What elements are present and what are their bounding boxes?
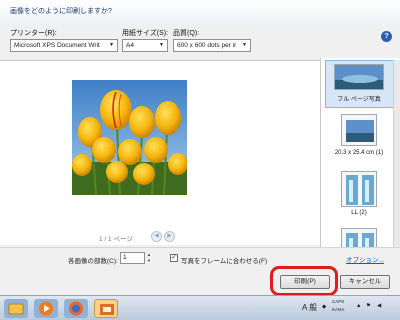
network-icon[interactable]: ▲ [356,303,361,309]
paper-size-value: A4 [126,42,134,49]
next-page-icon[interactable]: ▶ [164,231,175,242]
layout-label-ll: LL (2) [351,210,367,216]
quality-select[interactable]: 600 x 600 dots per ir ▼ [173,39,251,52]
print-button-highlight-circle [270,266,338,296]
chevron-down-icon: ▼ [109,42,114,48]
previous-page-icon[interactable]: ◀ [151,231,162,242]
layout-thumb-full-page[interactable] [334,64,384,90]
print-pictures-dialog: 画像をどのように印刷しますか? プリンター(R): Microsoft XPS … [0,0,400,296]
layout-thumb-20x25[interactable] [341,114,377,146]
language-indicator[interactable]: A 般 [302,302,317,313]
chevron-down-icon: ▼ [159,42,164,48]
copies-input[interactable]: 1 [120,252,145,264]
ime-icon[interactable]: ◆ [322,304,326,310]
printer-select[interactable]: Microsoft XPS Document Writ ▼ [10,39,118,52]
media-player-taskbar-icon[interactable] [34,299,58,318]
taskbar: A 般 ◆ CAPS KANA ▲ ⚑ ◀ [0,295,400,320]
help-icon[interactable]: ? [381,31,392,42]
paper-size-select[interactable]: A4 ▼ [122,39,168,52]
dialog-instruction: 画像をどのように印刷しますか? [10,8,112,15]
quality-value: 600 x 600 dots per ir [177,42,237,49]
layout-label-full-page: フル ページ写真 [337,97,381,103]
layout-label-20x25: 20.3 x 25.4 cm (1) [334,150,384,156]
paper-size-label: 用紙サイズ(S): [122,30,169,37]
caps-indicator: CAPS [332,299,345,304]
dialog-header: 画像をどのように印刷しますか? [0,0,400,24]
fit-to-frame-label: 写真をフレームに合わせる(F) [181,258,268,265]
fit-to-frame-checkbox[interactable]: ✓ [170,254,178,262]
flag-icon[interactable]: ⚑ [366,303,371,309]
photo-viewer-taskbar-icon[interactable] [94,299,118,318]
printer-value: Microsoft XPS Document Writ [14,42,100,49]
page-indicator: 1 / 1 ページ [99,236,133,243]
options-link[interactable]: オプション... [346,254,384,264]
copies-stepper[interactable]: ▲ ▼ [146,252,152,264]
tulip-photo-preview [72,80,187,195]
firefox-taskbar-icon[interactable] [64,299,88,318]
kana-indicator: KANA [332,307,345,312]
copies-label: 各画像の部数(C): [68,258,118,265]
layout-scrollbar[interactable] [393,60,400,255]
printer-label: プリンター(R): [10,30,57,37]
layout-thumb-ll[interactable] [341,171,377,207]
volume-icon[interactable]: ◀ [377,303,381,309]
layout-list: フル ページ写真 20.3 x 25.4 cm (1) LL (2) [320,58,400,258]
chevron-down-icon: ▼ [242,42,247,48]
cancel-button[interactable]: キャンセル [340,275,390,289]
quality-label: 品質(Q): [173,30,200,37]
explorer-taskbar-icon[interactable] [4,299,28,318]
